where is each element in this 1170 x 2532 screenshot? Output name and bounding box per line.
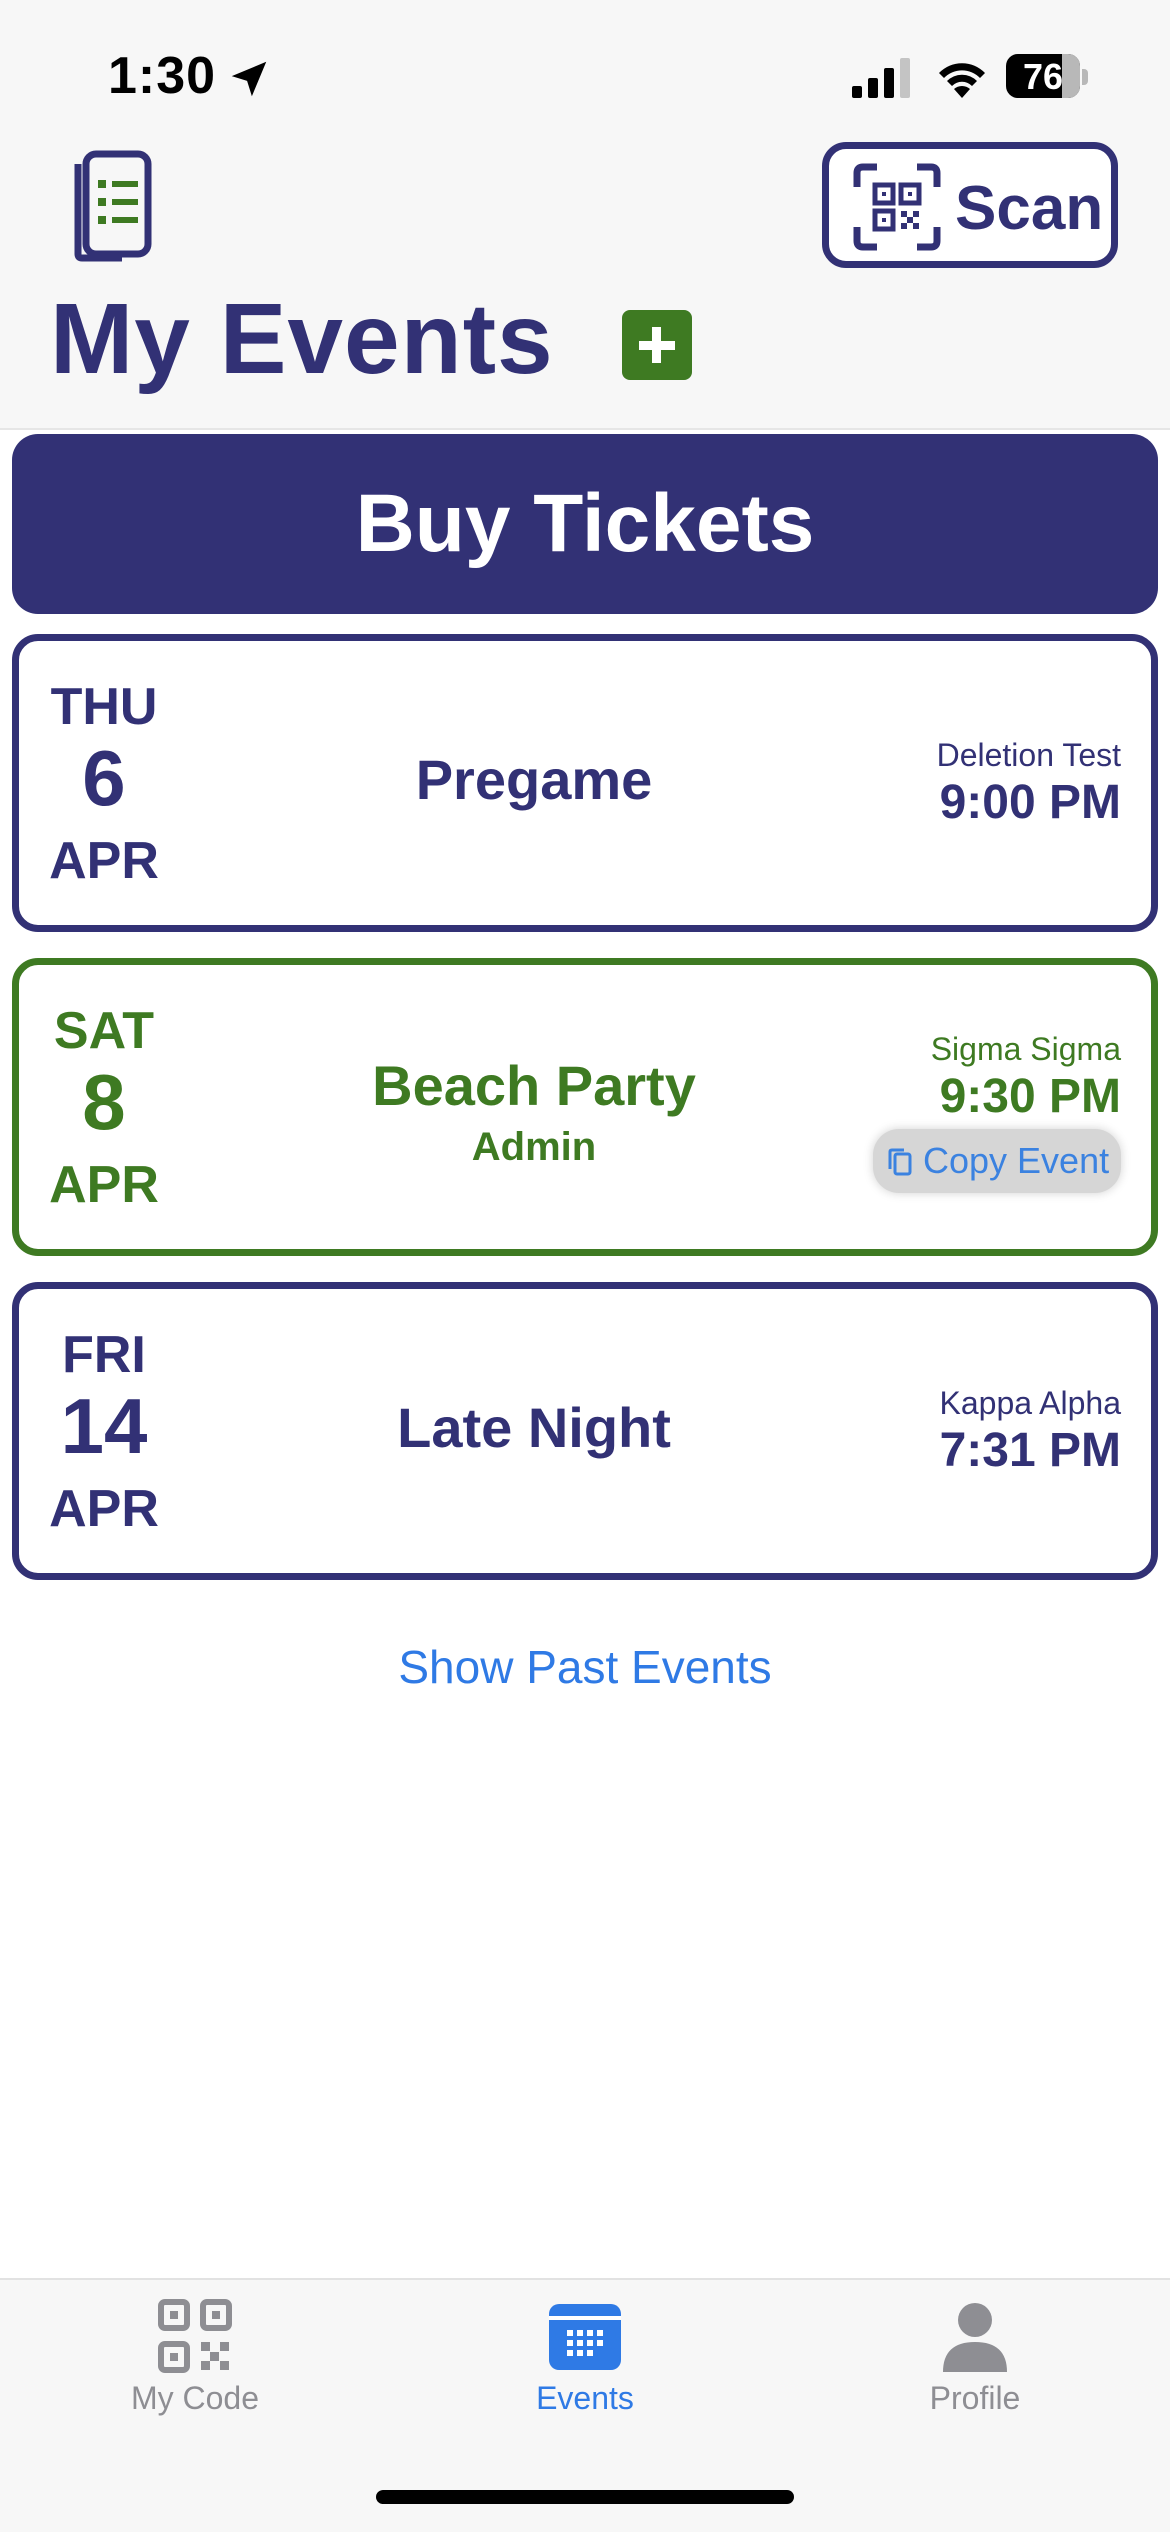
event-organization: Kappa Alpha [939,1385,1122,1421]
event-month: APR [49,1156,159,1214]
battery-icon: 76 [1006,54,1090,100]
screen: 1:30 76 Scan My Events Buy Tickets THU 6… [0,0,1170,2532]
tab-label: My Code [130,2380,260,2416]
status-time: 1:30 [108,47,217,105]
battery-body: 76 [1006,54,1080,98]
scan-button[interactable]: Scan [822,142,1118,268]
event-card[interactable]: SAT 8 APR Beach Party Admin Sigma Sigma … [12,958,1158,1256]
person-icon [943,2303,1007,2372]
home-indicator [376,2490,794,2504]
event-day: 14 [60,1382,148,1470]
event-month: APR [49,832,159,890]
copy-event-button[interactable]: Copy Event [873,1129,1121,1193]
show-past-events-link[interactable]: Show Past Events [0,1640,1170,1694]
event-card[interactable]: THU 6 APR Pregame Deletion Test 9:00 PM [12,634,1158,932]
event-card[interactable]: FRI 14 APR Late Night Kappa Alpha 7:31 P… [12,1282,1158,1580]
event-time: 7:31 PM [939,1424,1121,1477]
copy-icon [888,1148,912,1176]
event-date: FRI 14 APR [19,1289,189,1573]
event-time: 9:30 PM [939,1070,1121,1123]
battery-percentage: 76 [1022,56,1064,97]
location-arrow-icon [231,61,267,97]
calendar-icon [549,2304,621,2370]
event-name: Pregame [415,748,653,811]
event-role: Admin [471,1125,597,1169]
buy-tickets-button[interactable]: Buy Tickets [12,434,1158,614]
event-date: SAT 8 APR [19,965,189,1249]
event-name: Beach Party [372,1054,696,1117]
copy-event-label: Copy Event [923,1140,1110,1181]
add-event-button[interactable] [622,310,692,380]
event-organization: Sigma Sigma [930,1031,1121,1067]
event-month: APR [49,1480,159,1538]
event-list-icon[interactable] [72,150,154,262]
event-name: Late Night [397,1396,671,1459]
event-time: 9:00 PM [939,776,1121,829]
event-date: THU 6 APR [19,641,189,925]
event-day-of-week: THU [50,678,158,736]
wifi-icon [939,63,985,98]
event-organization: Deletion Test [936,737,1121,773]
event-day-of-week: SAT [53,1002,155,1060]
event-day: 6 [82,734,126,822]
tab-label: Events [536,2380,634,2416]
qr-scan-icon [853,163,941,251]
page-title: My Events [50,283,554,395]
qr-code-icon [158,2299,232,2373]
battery-cap [1082,69,1088,85]
tab-events[interactable]: Events [435,2280,735,2430]
tab-profile[interactable]: Profile [825,2280,1125,2430]
cellular-signal-icon [852,58,910,98]
tab-label: Profile [929,2380,1021,2416]
event-day: 8 [82,1058,126,1146]
scan-label: Scan [955,174,1104,243]
tab-my-code[interactable]: My Code [45,2280,345,2430]
event-day-of-week: FRI [62,1326,146,1384]
